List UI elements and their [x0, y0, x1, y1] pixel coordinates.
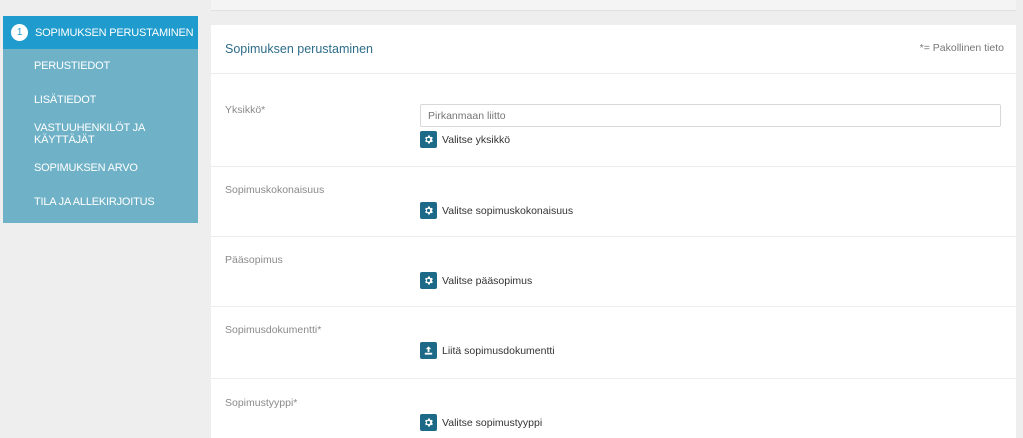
form-row-sopimusdokumentti: Sopimusdokumentti* Liitä sopimusdokument… — [211, 307, 1016, 379]
form-panel: Sopimuksen perustaminen *= Pakollinen ti… — [211, 25, 1016, 438]
yksikko-input[interactable] — [420, 104, 1001, 127]
wizard-sidebar: 1 SOPIMUKSEN PERUSTAMINEN PERUSTIEDOT LI… — [3, 16, 198, 223]
action-label: Valitse yksikkö — [442, 133, 511, 146]
valitse-sopimuskokonaisuus-button[interactable]: Valitse sopimuskokonaisuus — [420, 202, 573, 219]
sidebar-item-sopimuksen-perustaminen[interactable]: 1 SOPIMUKSEN PERUSTAMINEN — [3, 16, 198, 49]
action-label: Valitse pääsopimus — [442, 274, 533, 287]
action-label: Liitä sopimusdokumentti — [442, 344, 555, 357]
action-label: Valitse sopimustyyppi — [442, 416, 543, 429]
field-label: Sopimuskokonaisuus — [225, 184, 325, 196]
field-label: Sopimustyyppi* — [225, 397, 298, 409]
field-label: Sopimusdokumentti* — [225, 324, 322, 336]
valitse-yksikko-button[interactable]: Valitse yksikkö — [420, 131, 510, 148]
gear-icon — [420, 131, 437, 148]
valitse-paasopimus-button[interactable]: Valitse pääsopimus — [420, 272, 532, 289]
sidebar-item-label: SOPIMUKSEN PERUSTAMINEN — [35, 26, 194, 39]
required-note: *= Pakollinen tieto — [919, 42, 1004, 54]
gear-icon — [420, 202, 437, 219]
sidebar-item-label: VASTUUHENKILÖT JA KÄYTTÄJÄT — [34, 122, 145, 146]
gear-icon — [420, 272, 437, 289]
sidebar-item-label: LISÄTIEDOT — [34, 94, 97, 106]
form-row-sopimustyyppi: Sopimustyyppi* Valitse sopimustyyppi — [211, 379, 1016, 438]
form-row-yksikko: Yksikkö* Valitse yksikkö — [211, 74, 1016, 167]
action-label: Valitse sopimuskokonaisuus — [442, 204, 574, 217]
upload-icon — [420, 342, 437, 359]
gear-icon — [420, 414, 437, 431]
field-label: Pääsopimus — [225, 254, 283, 266]
liita-sopimusdokumentti-button[interactable]: Liitä sopimusdokumentti — [420, 342, 555, 359]
field-label: Yksikkö* — [225, 104, 266, 116]
step-number-badge: 1 — [11, 24, 28, 41]
sidebar-item-perustiedot[interactable]: PERUSTIEDOT — [3, 49, 198, 83]
sidebar-item-label: PERUSTIEDOT — [34, 60, 111, 72]
sidebar-item-lisatiedot[interactable]: LISÄTIEDOT — [3, 83, 198, 117]
sidebar-item-vastuuhenkilot[interactable]: VASTUUHENKILÖT JA KÄYTTÄJÄT — [3, 117, 198, 151]
panel-title: Sopimuksen perustaminen — [225, 42, 373, 56]
valitse-sopimustyyppi-button[interactable]: Valitse sopimustyyppi — [420, 414, 542, 431]
sidebar-item-label: SOPIMUKSEN ARVO — [34, 162, 138, 174]
top-bar — [211, 0, 1016, 11]
sidebar-item-label: TILA JA ALLEKIRJOITUS — [34, 196, 155, 208]
form-row-sopimuskokonaisuus: Sopimuskokonaisuus Valitse sopimuskokona… — [211, 167, 1016, 237]
form-row-paasopimus: Pääsopimus Valitse pääsopimus — [211, 237, 1016, 307]
sidebar-item-tila-ja-allekirjoitus[interactable]: TILA JA ALLEKIRJOITUS — [3, 185, 198, 219]
panel-header: Sopimuksen perustaminen *= Pakollinen ti… — [211, 25, 1016, 74]
sidebar-item-sopimuksen-arvo[interactable]: SOPIMUKSEN ARVO — [3, 151, 198, 185]
